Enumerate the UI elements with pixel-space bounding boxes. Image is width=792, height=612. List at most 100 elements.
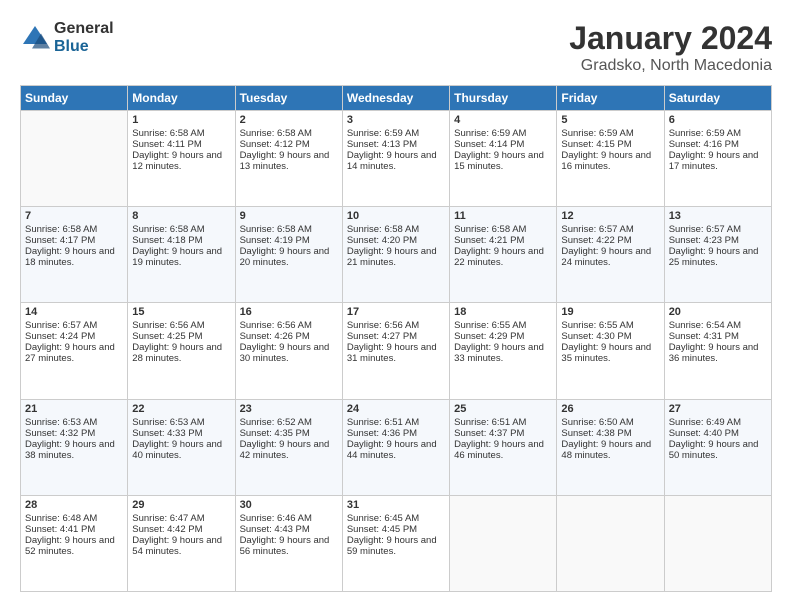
header: General Blue January 2024 Gradsko, North… (20, 20, 772, 75)
calendar-cell: 30 Sunrise: 6:46 AM Sunset: 4:43 PM Dayl… (235, 495, 342, 591)
sunset-text: Sunset: 4:13 PM (347, 139, 417, 150)
day-number: 10 (347, 210, 445, 222)
calendar-table: SundayMondayTuesdayWednesdayThursdayFrid… (20, 85, 772, 592)
day-number: 31 (347, 499, 445, 511)
sunset-text: Sunset: 4:24 PM (25, 331, 95, 342)
sunrise-text: Sunrise: 6:56 AM (240, 320, 312, 331)
daylight-text: Daylight: 9 hours and 31 minutes. (347, 342, 437, 364)
sunset-text: Sunset: 4:19 PM (240, 235, 310, 246)
calendar-cell (557, 495, 664, 591)
calendar-header-sunday: Sunday (21, 86, 128, 111)
day-number: 20 (669, 306, 767, 318)
day-number: 15 (132, 306, 230, 318)
sunset-text: Sunset: 4:29 PM (454, 331, 524, 342)
sunrise-text: Sunrise: 6:58 AM (132, 128, 204, 139)
daylight-text: Daylight: 9 hours and 50 minutes. (669, 439, 759, 461)
day-number: 4 (454, 114, 552, 126)
calendar-cell (664, 495, 771, 591)
daylight-text: Daylight: 9 hours and 40 minutes. (132, 439, 222, 461)
sunset-text: Sunset: 4:43 PM (240, 524, 310, 535)
logo-text: General Blue (54, 20, 114, 55)
day-number: 25 (454, 403, 552, 415)
sunrise-text: Sunrise: 6:58 AM (454, 224, 526, 235)
day-number: 3 (347, 114, 445, 126)
day-number: 2 (240, 114, 338, 126)
month-title: January 2024 (569, 20, 772, 57)
logo-general: General (54, 20, 114, 38)
sunset-text: Sunset: 4:11 PM (132, 139, 202, 150)
daylight-text: Daylight: 9 hours and 27 minutes. (25, 342, 115, 364)
day-number: 27 (669, 403, 767, 415)
sunrise-text: Sunrise: 6:59 AM (454, 128, 526, 139)
day-number: 5 (561, 114, 659, 126)
day-number: 6 (669, 114, 767, 126)
sunset-text: Sunset: 4:16 PM (669, 139, 739, 150)
sunrise-text: Sunrise: 6:59 AM (669, 128, 741, 139)
calendar-header-monday: Monday (128, 86, 235, 111)
sunrise-text: Sunrise: 6:53 AM (132, 417, 204, 428)
sunrise-text: Sunrise: 6:55 AM (561, 320, 633, 331)
calendar-cell: 19 Sunrise: 6:55 AM Sunset: 4:30 PM Dayl… (557, 303, 664, 399)
sunrise-text: Sunrise: 6:58 AM (347, 224, 419, 235)
calendar-cell: 27 Sunrise: 6:49 AM Sunset: 4:40 PM Dayl… (664, 399, 771, 495)
sunrise-text: Sunrise: 6:51 AM (454, 417, 526, 428)
daylight-text: Daylight: 9 hours and 13 minutes. (240, 150, 330, 172)
title-block: January 2024 Gradsko, North Macedonia (569, 20, 772, 75)
calendar-cell: 3 Sunrise: 6:59 AM Sunset: 4:13 PM Dayli… (342, 111, 449, 207)
sunset-text: Sunset: 4:20 PM (347, 235, 417, 246)
sunrise-text: Sunrise: 6:59 AM (561, 128, 633, 139)
day-number: 22 (132, 403, 230, 415)
sunrise-text: Sunrise: 6:58 AM (240, 224, 312, 235)
calendar-header-friday: Friday (557, 86, 664, 111)
sunset-text: Sunset: 4:21 PM (454, 235, 524, 246)
sunset-text: Sunset: 4:25 PM (132, 331, 202, 342)
daylight-text: Daylight: 9 hours and 54 minutes. (132, 535, 222, 557)
day-number: 12 (561, 210, 659, 222)
calendar-cell: 12 Sunrise: 6:57 AM Sunset: 4:22 PM Dayl… (557, 207, 664, 303)
daylight-text: Daylight: 9 hours and 33 minutes. (454, 342, 544, 364)
day-number: 21 (25, 403, 123, 415)
sunrise-text: Sunrise: 6:55 AM (454, 320, 526, 331)
sunset-text: Sunset: 4:30 PM (561, 331, 631, 342)
daylight-text: Daylight: 9 hours and 30 minutes. (240, 342, 330, 364)
day-number: 19 (561, 306, 659, 318)
calendar-cell: 18 Sunrise: 6:55 AM Sunset: 4:29 PM Dayl… (450, 303, 557, 399)
calendar-week-row: 14 Sunrise: 6:57 AM Sunset: 4:24 PM Dayl… (21, 303, 772, 399)
logo-icon (20, 23, 50, 53)
calendar-cell: 17 Sunrise: 6:56 AM Sunset: 4:27 PM Dayl… (342, 303, 449, 399)
calendar-cell: 26 Sunrise: 6:50 AM Sunset: 4:38 PM Dayl… (557, 399, 664, 495)
day-number: 17 (347, 306, 445, 318)
calendar-week-row: 1 Sunrise: 6:58 AM Sunset: 4:11 PM Dayli… (21, 111, 772, 207)
calendar-cell (450, 495, 557, 591)
sunrise-text: Sunrise: 6:56 AM (347, 320, 419, 331)
calendar-header-thursday: Thursday (450, 86, 557, 111)
calendar-cell (21, 111, 128, 207)
calendar-cell: 13 Sunrise: 6:57 AM Sunset: 4:23 PM Dayl… (664, 207, 771, 303)
sunrise-text: Sunrise: 6:54 AM (669, 320, 741, 331)
sunset-text: Sunset: 4:45 PM (347, 524, 417, 535)
daylight-text: Daylight: 9 hours and 36 minutes. (669, 342, 759, 364)
day-number: 14 (25, 306, 123, 318)
sunrise-text: Sunrise: 6:51 AM (347, 417, 419, 428)
sunrise-text: Sunrise: 6:50 AM (561, 417, 633, 428)
calendar-cell: 7 Sunrise: 6:58 AM Sunset: 4:17 PM Dayli… (21, 207, 128, 303)
calendar-cell: 29 Sunrise: 6:47 AM Sunset: 4:42 PM Dayl… (128, 495, 235, 591)
calendar-cell: 15 Sunrise: 6:56 AM Sunset: 4:25 PM Dayl… (128, 303, 235, 399)
page: General Blue January 2024 Gradsko, North… (0, 0, 792, 612)
sunset-text: Sunset: 4:22 PM (561, 235, 631, 246)
calendar-cell: 22 Sunrise: 6:53 AM Sunset: 4:33 PM Dayl… (128, 399, 235, 495)
daylight-text: Daylight: 9 hours and 44 minutes. (347, 439, 437, 461)
day-number: 24 (347, 403, 445, 415)
day-number: 18 (454, 306, 552, 318)
sunset-text: Sunset: 4:32 PM (25, 428, 95, 439)
daylight-text: Daylight: 9 hours and 18 minutes. (25, 246, 115, 268)
sunset-text: Sunset: 4:12 PM (240, 139, 310, 150)
daylight-text: Daylight: 9 hours and 38 minutes. (25, 439, 115, 461)
logo-blue: Blue (54, 38, 114, 56)
calendar-cell: 4 Sunrise: 6:59 AM Sunset: 4:14 PM Dayli… (450, 111, 557, 207)
daylight-text: Daylight: 9 hours and 48 minutes. (561, 439, 651, 461)
sunset-text: Sunset: 4:26 PM (240, 331, 310, 342)
calendar-cell: 8 Sunrise: 6:58 AM Sunset: 4:18 PM Dayli… (128, 207, 235, 303)
day-number: 30 (240, 499, 338, 511)
sunrise-text: Sunrise: 6:52 AM (240, 417, 312, 428)
